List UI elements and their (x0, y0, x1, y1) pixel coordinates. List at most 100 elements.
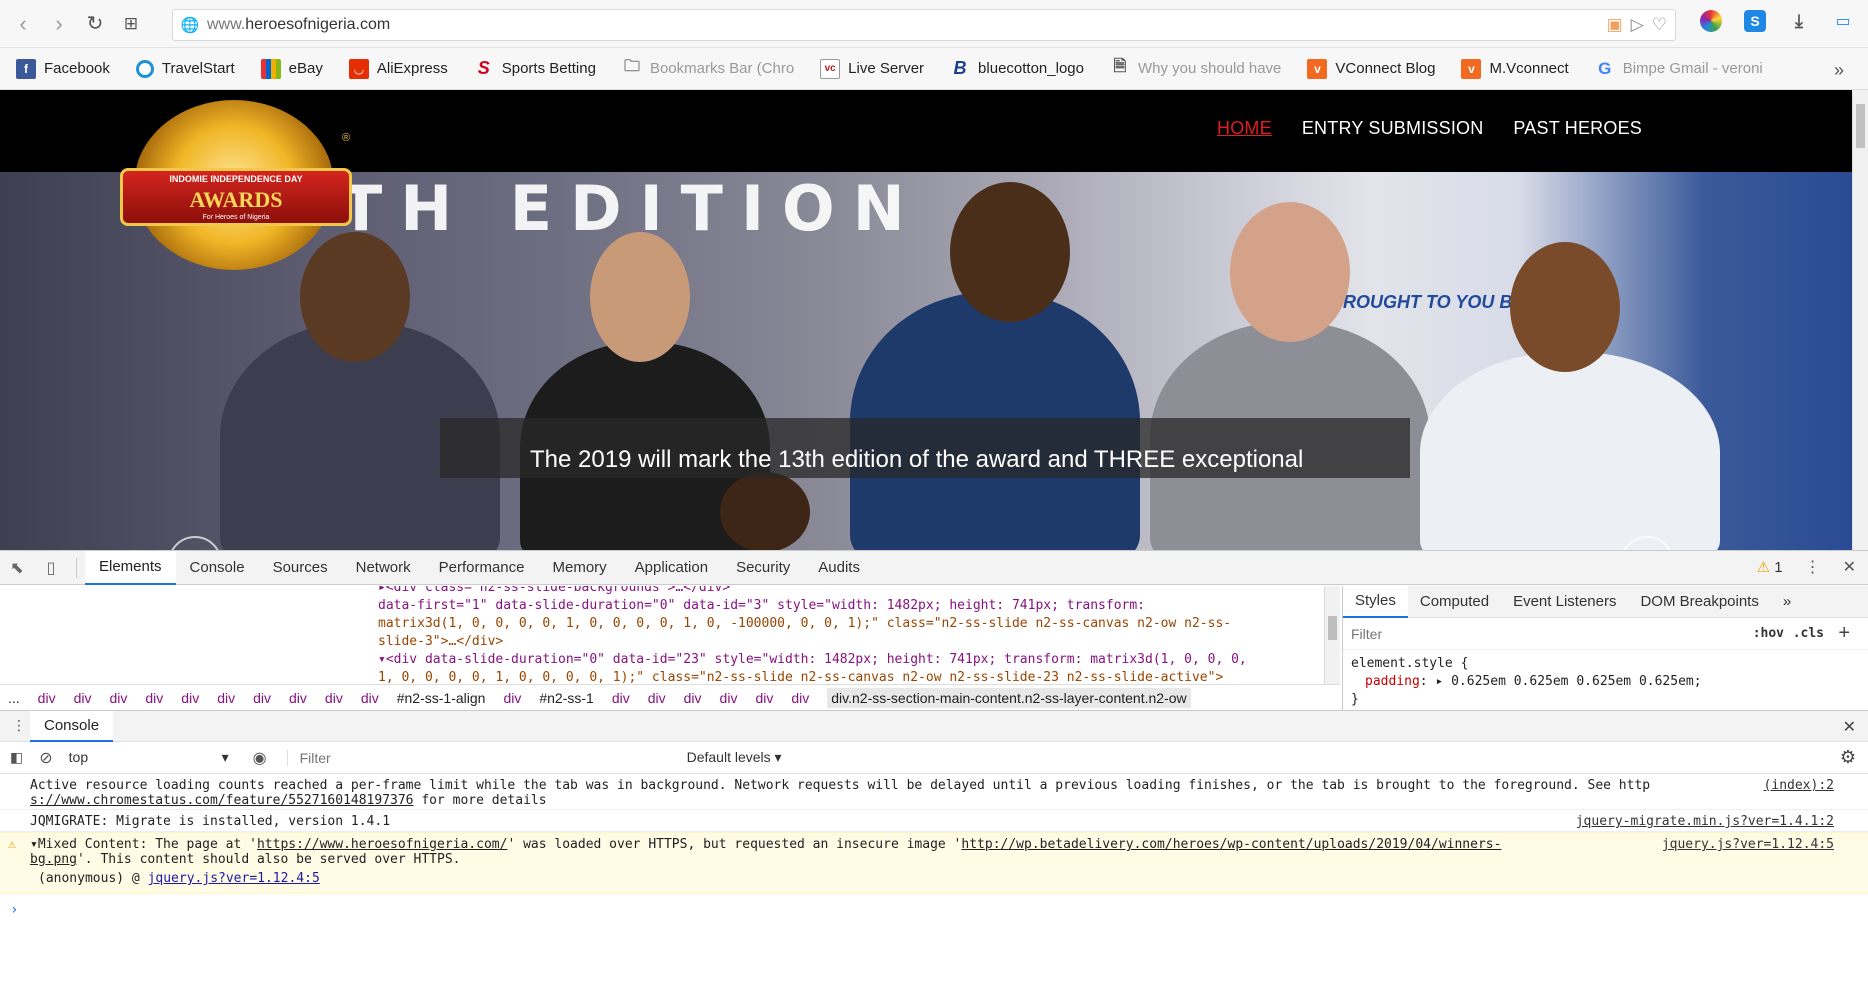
bookmark-aliexpress[interactable]: ◡ AliExpress (348, 58, 448, 79)
close-devtools-icon[interactable]: ✕ (1843, 557, 1856, 577)
dom-node-slide-3[interactable]: data-first="1" data-slide-duration="0" d… (378, 598, 1145, 613)
bookmark-bimpe-gmail[interactable]: G Bimpe Gmail - veroni (1595, 59, 1763, 79)
image-url-link-cont[interactable]: bg.png (30, 852, 77, 867)
crumb-div[interactable]: div (325, 690, 343, 706)
more-tabs-icon[interactable]: » (1771, 586, 1803, 618)
tabs-grid-icon[interactable]: ⊞ (116, 9, 146, 39)
forward-icon[interactable]: › (44, 9, 74, 39)
bookmark-why-you-should[interactable]: 🗎 Why you should have (1110, 58, 1282, 79)
device-toolbar-icon[interactable]: ▯ (34, 558, 68, 578)
tab-console[interactable]: Console (176, 551, 259, 585)
sidebar-toggle-icon[interactable]: ◧ (10, 749, 23, 766)
new-rule-icon[interactable]: + (1838, 622, 1850, 645)
bookmark-travelstart[interactable]: TravelStart (135, 59, 235, 78)
inspect-element-icon[interactable]: ⬉ (0, 558, 34, 578)
bookmark-folder[interactable]: 🗀 Bookmarks Bar (Chro (622, 58, 794, 79)
bookmark-vconnect-blog[interactable]: v VConnect Blog (1307, 58, 1435, 79)
tab-network[interactable]: Network (342, 551, 425, 585)
crumb-div[interactable]: div (755, 690, 773, 706)
awards-logo[interactable]: INDOMIE INDEPENDENCE DAY AWARDS For Hero… (120, 90, 352, 290)
tab-performance[interactable]: Performance (425, 551, 539, 585)
context-select[interactable]: top ▾ (69, 749, 229, 766)
crumb-selected[interactable]: div.n2-ss-section-main-content.n2-ss-lay… (827, 687, 1191, 708)
bookmark-live-server[interactable]: vc Live Server (820, 58, 924, 79)
source-link[interactable]: (index):2 (1764, 778, 1834, 793)
bookmark-facebook[interactable]: f Facebook (16, 58, 110, 79)
live-expression-icon[interactable]: ◉ (253, 748, 267, 768)
download-icon[interactable]: ⤓ (1788, 10, 1810, 32)
tab-sources[interactable]: Sources (259, 551, 342, 585)
dom-node-backgrounds[interactable]: ▸<div class="n2-ss-slide-backgrounds">…<… (378, 586, 730, 595)
crumb-div[interactable]: div (253, 690, 271, 706)
more-bookmarks-icon[interactable]: » (1834, 60, 1844, 81)
nav-home[interactable]: HOME (1217, 118, 1272, 139)
bookmark-bluecotton[interactable]: Bbluecotton_logo (950, 58, 1084, 79)
url-text[interactable]: www.heroesofnigeria.com (207, 16, 390, 34)
tab-elements[interactable]: Elements (85, 550, 176, 585)
nav-entry-submission[interactable]: ENTRY SUBMISSION (1302, 118, 1484, 139)
tab-memory[interactable]: Memory (539, 551, 621, 585)
battery-icon[interactable]: ▭ (1832, 10, 1854, 32)
page-scrollbar[interactable] (1852, 90, 1868, 550)
tab-security[interactable]: Security (722, 551, 804, 585)
chromestatus-link[interactable]: s://www.chromestatus.com/feature/5527160… (30, 793, 414, 808)
warning-counter[interactable]: ⚠ 1 (1757, 558, 1783, 576)
color-wheel-icon[interactable] (1700, 10, 1722, 32)
crumb-div[interactable]: div (791, 690, 809, 706)
dom-tree-scrollbar[interactable] (1324, 586, 1340, 684)
drawer-menu-icon[interactable]: ⋮ (12, 717, 26, 734)
dom-node-slide-23[interactable]: ▾<div data-slide-duration="0" data-id="2… (378, 652, 1247, 667)
address-bar[interactable]: 🌐 www.heroesofnigeria.com ▣ ▷ ♡ (172, 9, 1676, 41)
tab-application[interactable]: Application (621, 551, 722, 585)
bookmark-mvconnect[interactable]: v M.Vconnect (1461, 58, 1569, 79)
crumb-div[interactable]: div (720, 690, 738, 706)
crumb-div[interactable]: div (361, 690, 379, 706)
more-options-icon[interactable]: ⋮ (1805, 557, 1821, 577)
crumb-div[interactable]: div (289, 690, 307, 706)
page-scrollbar-thumb[interactable] (1856, 104, 1865, 148)
drawer-tab-console[interactable]: Console (30, 710, 114, 742)
back-icon[interactable]: ‹ (8, 9, 38, 39)
crumb-align[interactable]: #n2-ss-1-align (397, 690, 486, 706)
source-link[interactable]: jquery-migrate.min.js?ver=1.4.1:2 (1576, 814, 1834, 829)
tab-styles[interactable]: Styles (1343, 585, 1408, 618)
crumb-div[interactable]: div (38, 690, 56, 706)
extension-s-icon[interactable]: S (1744, 10, 1766, 32)
tab-computed[interactable]: Computed (1408, 586, 1501, 618)
crumb-div[interactable]: div (181, 690, 199, 706)
styles-filter-input[interactable] (1351, 625, 1691, 642)
heroes-url-link[interactable]: https://www.heroesofnigeria.com/ (257, 837, 507, 852)
tab-dom-breakpoints[interactable]: DOM Breakpoints (1628, 586, 1770, 618)
crumb-ellipsis[interactable]: ... (8, 690, 20, 706)
source-link[interactable]: jquery.js?ver=1.12.4:5 (1662, 837, 1834, 852)
log-levels-select[interactable]: Default levels ▾ (687, 749, 782, 766)
clear-console-icon[interactable]: ⊘ (39, 748, 52, 768)
tab-event-listeners[interactable]: Event Listeners (1501, 586, 1628, 618)
dom-tree-scrollbar-thumb[interactable] (1328, 616, 1337, 640)
cls-toggle[interactable]: .cls (1793, 626, 1824, 641)
crumb-div[interactable]: div (145, 690, 163, 706)
bookmark-sports-betting[interactable]: S Sports Betting (474, 58, 596, 79)
tab-audits[interactable]: Audits (804, 551, 874, 585)
crumb-div[interactable]: div (217, 690, 235, 706)
crumb-div[interactable]: div (684, 690, 702, 706)
send-icon[interactable]: ▷ (1631, 15, 1644, 35)
close-drawer-icon[interactable]: ✕ (1843, 717, 1856, 737)
cube-icon[interactable]: ▣ (1607, 15, 1623, 35)
crumb-div[interactable]: div (74, 690, 92, 706)
image-url-link[interactable]: http://wp.betadelivery.com/heroes/wp-con… (961, 837, 1501, 852)
console-prompt[interactable]: › (10, 902, 18, 918)
heart-icon[interactable]: ♡ (1652, 15, 1667, 35)
hov-toggle[interactable]: :hov (1753, 626, 1784, 641)
reload-icon[interactable]: ↻ (80, 9, 110, 39)
style-declaration[interactable]: padding: ▸ 0.625em 0.625em 0.625em 0.625… (1365, 674, 1702, 689)
crumb-div[interactable]: div (648, 690, 666, 706)
gear-icon[interactable]: ⚙ (1840, 747, 1856, 768)
nav-past-heroes[interactable]: PAST HEROES (1513, 118, 1642, 139)
stack-frame-link[interactable]: jquery.js?ver=1.12.4:5 (148, 871, 320, 886)
bookmark-ebay[interactable]: eBay (260, 58, 323, 79)
crumb-ss-1[interactable]: #n2-ss-1 (539, 690, 593, 706)
console-filter-input[interactable] (286, 749, 687, 766)
crumb-div[interactable]: div (503, 690, 521, 706)
crumb-div[interactable]: div (109, 690, 127, 706)
